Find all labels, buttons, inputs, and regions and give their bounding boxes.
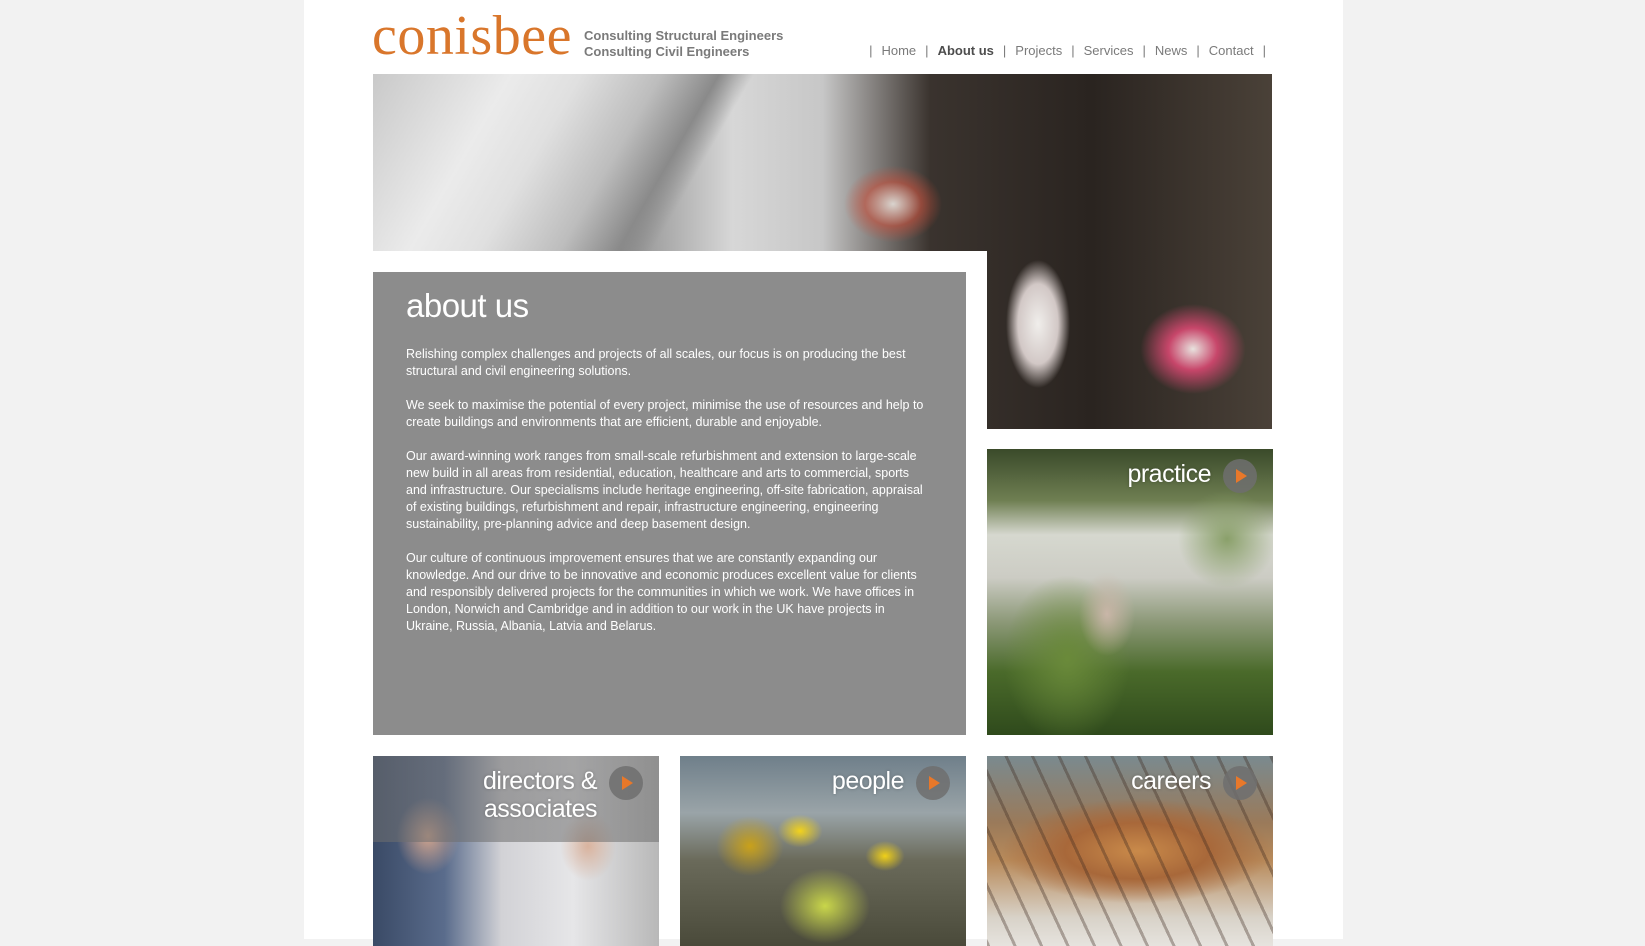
tagline-line-civil: Consulting Civil Engineers [584, 44, 750, 59]
play-arrow-icon[interactable] [1223, 459, 1257, 493]
directors-associates-label: directors & associates [483, 767, 597, 823]
nav-item-services[interactable]: Services [1084, 43, 1134, 58]
logo[interactable]: conisbee [372, 6, 572, 66]
people-tile[interactable]: people [680, 756, 966, 946]
main-nav: | Home | About us | Projects | Services … [860, 43, 1275, 58]
practice-label: practice [1127, 460, 1211, 488]
careers-tile[interactable]: careers [987, 756, 1273, 946]
nav-separator: | [869, 43, 873, 58]
about-panel: about us Relishing complex challenges an… [373, 272, 966, 735]
about-title: about us [406, 287, 529, 324]
about-paragraph: Our culture of continuous improvement en… [406, 551, 917, 633]
play-arrow-icon[interactable] [916, 766, 950, 800]
nav-item-about-us[interactable]: About us [938, 43, 994, 58]
nav-item-projects[interactable]: Projects [1015, 43, 1062, 58]
nav-separator: | [1142, 43, 1146, 58]
directors-label-line2: associates [483, 795, 598, 823]
practice-tile[interactable]: practice [987, 449, 1273, 735]
careers-label: careers [1131, 767, 1211, 795]
directors-label-line1: directors & [483, 767, 597, 795]
nav-separator: | [1071, 43, 1075, 58]
nav-item-news[interactable]: News [1155, 43, 1188, 58]
nav-separator: | [1002, 43, 1007, 58]
about-paragraph: Our award-winning work ranges from small… [406, 449, 923, 531]
nav-separator: | [1196, 43, 1200, 58]
about-paragraph: We seek to maximise the potential of eve… [406, 398, 924, 429]
people-label: people [831, 767, 905, 795]
nav-item-contact[interactable]: Contact [1209, 43, 1254, 58]
page: conisbee Consulting Structural Engineers… [304, 0, 1343, 946]
nav-item-home[interactable]: Home [881, 43, 916, 58]
nav-separator: | [1262, 43, 1266, 58]
nav-separator: | [925, 43, 929, 58]
tagline-line-structural: Consulting Structural Engineers [584, 28, 784, 43]
play-arrow-icon[interactable] [1223, 766, 1257, 800]
about-paragraph: Relishing complex challenges and project… [406, 347, 906, 378]
directors-associates-tile[interactable]: directors & associates [373, 756, 659, 946]
tagline: Consulting Structural Engineers Consulti… [584, 28, 783, 60]
play-arrow-icon[interactable] [609, 766, 643, 800]
